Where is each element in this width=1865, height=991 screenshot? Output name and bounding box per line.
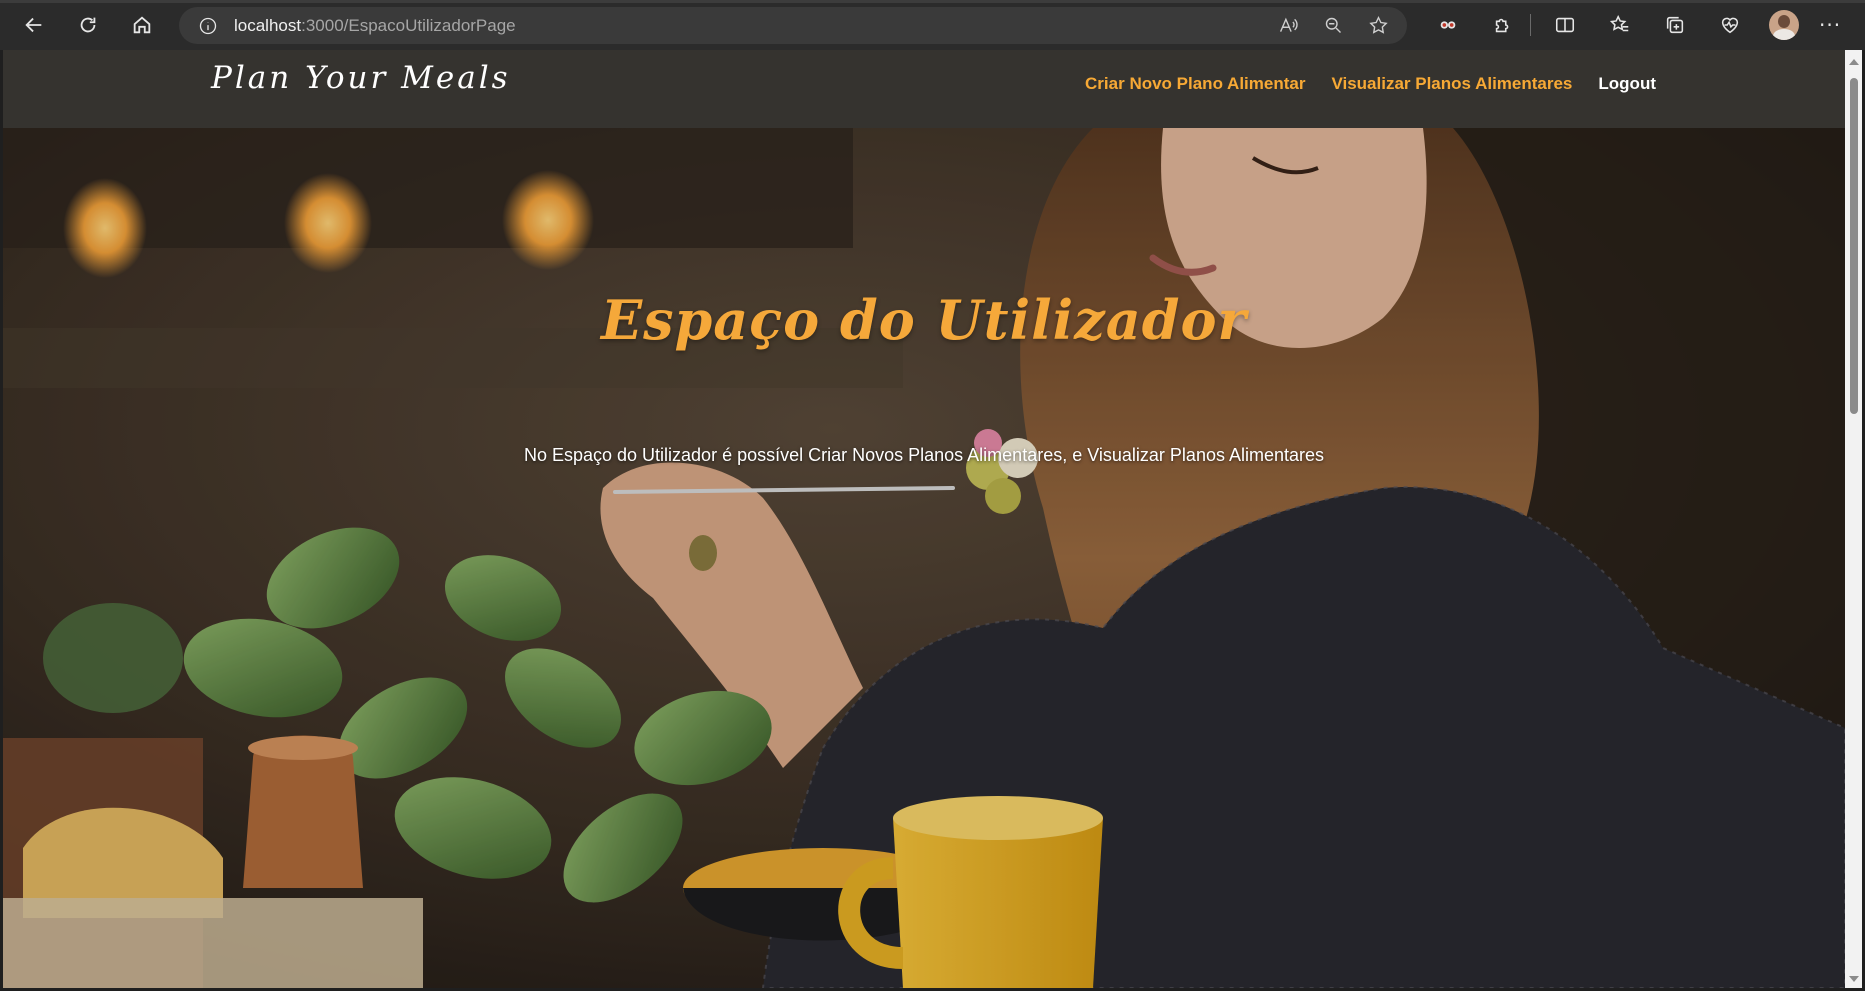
split-screen-icon[interactable] — [1545, 8, 1585, 42]
profile-avatar[interactable] — [1769, 10, 1799, 40]
site-navbar: Plan Your Meals Criar Novo Plano Aliment… — [3, 50, 1845, 128]
scroll-up-arrow[interactable] — [1849, 59, 1859, 65]
home-icon[interactable] — [122, 5, 162, 45]
toolbar-divider — [1530, 14, 1531, 36]
performance-icon[interactable] — [1710, 8, 1750, 42]
url-path: :3000/EspacoUtilizadorPage — [301, 15, 516, 35]
scroll-thumb[interactable] — [1850, 78, 1858, 414]
hero-title: Espaço do Utilizador — [600, 288, 1248, 352]
browser-toolbar: localhost:3000/EspacoUtilizadorPage ··· — [0, 0, 1865, 50]
more-icon[interactable]: ··· — [1819, 13, 1841, 37]
hero-subtitle: No Espaço do Utilizador é possível Criar… — [523, 445, 1325, 465]
hero-background-photo — [3, 128, 1845, 988]
collections-icon[interactable] — [1655, 8, 1695, 42]
favorites-icon[interactable] — [1600, 8, 1640, 42]
url-text[interactable]: localhost:3000/EspacoUtilizadorPage — [234, 16, 516, 36]
nav-link-criar-plano[interactable]: Criar Novo Plano Alimentar — [1085, 74, 1305, 94]
page-scrollbar[interactable] — [1845, 50, 1862, 988]
address-bar[interactable]: localhost:3000/EspacoUtilizadorPage — [179, 7, 1407, 44]
hero-section: Espaço do Utilizador No Espaço do Utiliz… — [3, 128, 1845, 988]
scroll-down-arrow[interactable] — [1849, 976, 1859, 982]
nav-link-visualizar-planos[interactable]: Visualizar Planos Alimentares — [1331, 74, 1572, 94]
page-viewport: Plan Your Meals Criar Novo Plano Aliment… — [3, 50, 1845, 988]
read-aloud-icon[interactable] — [1278, 15, 1299, 40]
favorite-star-icon[interactable] — [1368, 15, 1389, 40]
refresh-icon[interactable] — [68, 5, 108, 45]
brand-logo[interactable]: Plan Your Meals — [211, 60, 511, 96]
nav-links: Criar Novo Plano Alimentar Visualizar Pl… — [1085, 74, 1656, 94]
puzzle-icon[interactable] — [1483, 8, 1523, 42]
url-host: localhost — [234, 15, 302, 35]
back-icon[interactable] — [14, 5, 54, 45]
zoom-icon[interactable] — [1323, 15, 1344, 40]
info-icon[interactable] — [198, 16, 218, 36]
extension-icon[interactable] — [1428, 8, 1468, 42]
nav-link-logout[interactable]: Logout — [1598, 74, 1656, 94]
